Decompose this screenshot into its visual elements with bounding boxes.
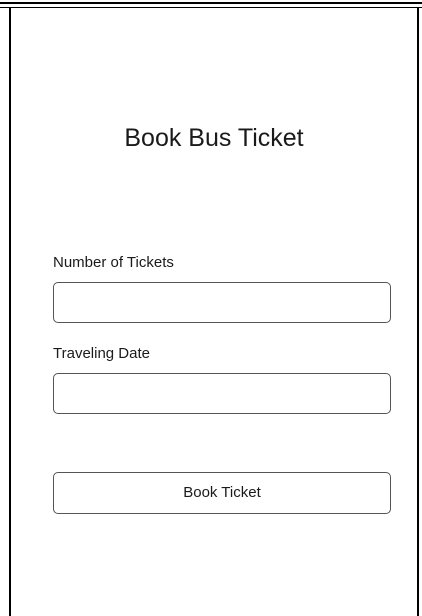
traveling-date-label: Traveling Date — [53, 345, 150, 362]
traveling-date-input[interactable] — [53, 373, 391, 414]
app-window: Book Bus Ticket Number of Tickets Travel… — [0, 0, 422, 616]
book-ticket-button[interactable]: Book Ticket — [53, 472, 391, 514]
number-of-tickets-label: Number of Tickets — [53, 254, 174, 271]
left-border — [9, 8, 11, 616]
top-border-line — [0, 2, 422, 4]
right-border — [417, 8, 419, 616]
page-title: Book Bus Ticket — [124, 124, 304, 152]
number-of-tickets-input[interactable] — [53, 282, 391, 323]
top-border-line-inner — [0, 7, 422, 8]
